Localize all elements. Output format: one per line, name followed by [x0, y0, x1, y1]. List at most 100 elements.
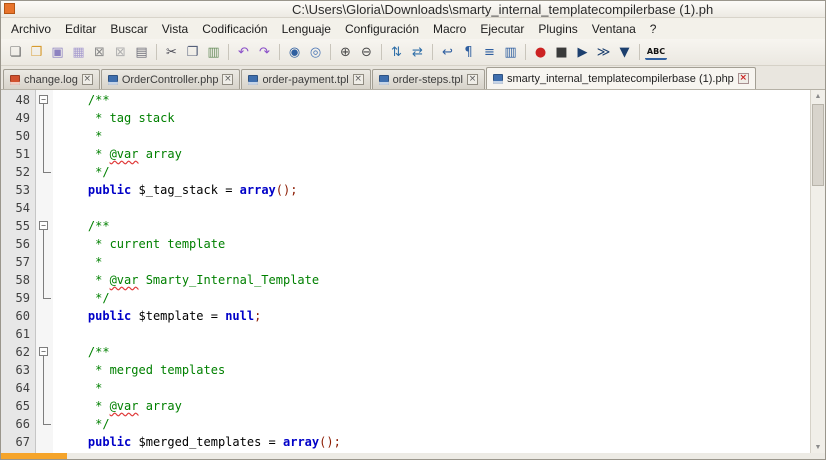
menu-bar: Archivo Editar Buscar Vista Codificación Leng… [1, 18, 825, 39]
line-number: 50 [15, 129, 30, 143]
code-line-50[interactable]: 50 * [1, 127, 810, 145]
undo-icon[interactable]: ↶ [234, 43, 253, 62]
menu-item-help[interactable]: ? [643, 20, 664, 38]
open-folder-icon[interactable]: ❒ [27, 43, 46, 62]
redo-icon[interactable]: ↷ [255, 43, 274, 62]
fold-margin[interactable]: − [35, 91, 53, 109]
copy-icon[interactable]: ❐ [183, 43, 202, 62]
fold-margin[interactable]: − [35, 217, 53, 235]
code-line-52[interactable]: 52 */ [1, 163, 810, 181]
run-macro-multiple-icon[interactable]: ≫ [594, 43, 613, 62]
spellcheck-abc-icon[interactable]: ABC [645, 45, 667, 60]
menu-item-plugins[interactable]: Plugins [531, 20, 584, 38]
code-text: public $template = null; [87, 309, 262, 323]
vertical-scrollbar[interactable]: ▲ ▼ [810, 90, 825, 453]
code-text: * @var Smarty_Internal_Template [59, 273, 320, 287]
tab-close-icon[interactable]: × [466, 74, 478, 85]
fold-collapse-icon[interactable]: − [39, 95, 48, 104]
tab-label: order-steps.tpl [392, 73, 463, 86]
tab-close-icon[interactable]: × [81, 74, 93, 85]
line-number: 62 [15, 345, 30, 359]
fold-margin [35, 379, 53, 397]
fold-margin [35, 181, 53, 199]
tab-close-icon[interactable]: × [222, 74, 234, 85]
save-all-icon[interactable]: ▦ [69, 43, 88, 62]
menu-item-ejecutar[interactable]: Ejecutar [473, 20, 531, 38]
line-number: 66 [15, 417, 30, 431]
new-file-icon[interactable]: ❏ [6, 43, 25, 62]
fold-margin [35, 127, 53, 145]
fold-collapse-icon[interactable]: − [39, 221, 48, 230]
menu-item-codificacion[interactable]: Codificación [195, 20, 274, 38]
fold-collapse-icon[interactable]: − [39, 347, 48, 356]
scroll-down-icon[interactable]: ▼ [811, 441, 825, 453]
menu-item-macro[interactable]: Macro [426, 20, 473, 38]
menu-item-configuracion[interactable]: Configuración [338, 20, 426, 38]
code-line-65[interactable]: 65 * @var array [1, 397, 810, 415]
tab-0[interactable]: change.log × [3, 69, 100, 89]
tab-label: smarty_internal_templatecompilerbase (1)… [506, 72, 734, 85]
tab-4[interactable]: smarty_internal_templatecompilerbase (1)… [485, 67, 756, 89]
close-file-icon[interactable]: ⊠ [90, 43, 109, 62]
tab-1[interactable]: OrderController.php × [100, 69, 241, 89]
title-bar[interactable]: C:\Users\Gloria\Downloads\smarty_interna… [1, 1, 825, 18]
tab-3[interactable]: order-steps.tpl × [371, 69, 485, 89]
code-line-66[interactable]: 66 */ [1, 415, 810, 433]
tab-close-icon[interactable]: × [737, 73, 749, 84]
find-icon[interactable]: ◉ [285, 43, 304, 62]
code-line-56[interactable]: 56 * current template [1, 235, 810, 253]
menu-item-editar[interactable]: Editar [58, 20, 103, 38]
close-all-icon[interactable]: ⊠ [111, 43, 130, 62]
code-line-60[interactable]: 60 public $template = null; [1, 307, 810, 325]
code-line-48[interactable]: 48− /** [1, 91, 810, 109]
toolbar-separator [330, 44, 331, 60]
document-map-icon[interactable]: ▥ [501, 43, 520, 62]
code-line-54[interactable]: 54 [1, 199, 810, 217]
menu-item-buscar[interactable]: Buscar [103, 20, 154, 38]
word-wrap-icon[interactable]: ↩ [438, 43, 457, 62]
code-line-59[interactable]: 59 */ [1, 289, 810, 307]
sync-vertical-icon[interactable]: ⇅ [387, 43, 406, 62]
tab-close-icon[interactable]: × [352, 74, 364, 85]
code-line-61[interactable]: 61 [1, 325, 810, 343]
code-text: * [59, 381, 103, 395]
code-line-64[interactable]: 64 * [1, 379, 810, 397]
paste-icon[interactable]: ▥ [204, 43, 223, 62]
line-number: 59 [15, 291, 30, 305]
menu-item-archivo[interactable]: Archivo [4, 20, 58, 38]
indent-guide-icon[interactable]: ≡ [480, 43, 499, 62]
code-text: public $_tag_stack = array(); [87, 183, 298, 197]
code-line-63[interactable]: 63 * merged templates [1, 361, 810, 379]
print-icon[interactable]: ▤ [132, 43, 151, 62]
zoom-out-icon[interactable]: ⊖ [357, 43, 376, 62]
save-icon[interactable]: ▣ [48, 43, 67, 62]
menu-item-vista[interactable]: Vista [155, 20, 195, 38]
save-macro-icon[interactable]: ▼ [615, 43, 634, 62]
stop-macro-icon[interactable]: ■ [552, 43, 571, 62]
record-macro-icon[interactable]: ● [531, 43, 550, 62]
code-line-67[interactable]: 67 public $merged_templates = array(); [1, 433, 810, 451]
replace-icon[interactable]: ◎ [306, 43, 325, 62]
show-all-characters-icon[interactable]: ¶ [459, 43, 478, 62]
code-line-55[interactable]: 55− /** [1, 217, 810, 235]
menu-item-lenguaje[interactable]: Lenguaje [275, 20, 338, 38]
code-line-57[interactable]: 57 * [1, 253, 810, 271]
scrollbar-thumb[interactable] [812, 104, 824, 186]
code-line-62[interactable]: 62− /** [1, 343, 810, 361]
scroll-up-icon[interactable]: ▲ [811, 90, 825, 102]
code-text: /** [59, 219, 110, 233]
code-line-53[interactable]: 53 public $_tag_stack = array(); [1, 181, 810, 199]
sync-horizontal-icon[interactable]: ⇄ [408, 43, 427, 62]
play-macro-icon[interactable]: ▶ [573, 43, 592, 62]
editor-body[interactable]: 48− /** 49 * tag stack 50 * 51 * @var array… [1, 90, 810, 453]
menu-item-ventana[interactable]: Ventana [585, 20, 643, 38]
zoom-in-icon[interactable]: ⊕ [336, 43, 355, 62]
line-number: 51 [15, 147, 30, 161]
code-line-58[interactable]: 58 * @var Smarty_Internal_Template [1, 271, 810, 289]
line-number: 53 [15, 183, 30, 197]
fold-margin[interactable]: − [35, 343, 53, 361]
cut-icon[interactable]: ✂ [162, 43, 181, 62]
code-line-51[interactable]: 51 * @var array [1, 145, 810, 163]
code-line-49[interactable]: 49 * tag stack [1, 109, 810, 127]
tab-2[interactable]: order-payment.tpl × [241, 69, 371, 89]
